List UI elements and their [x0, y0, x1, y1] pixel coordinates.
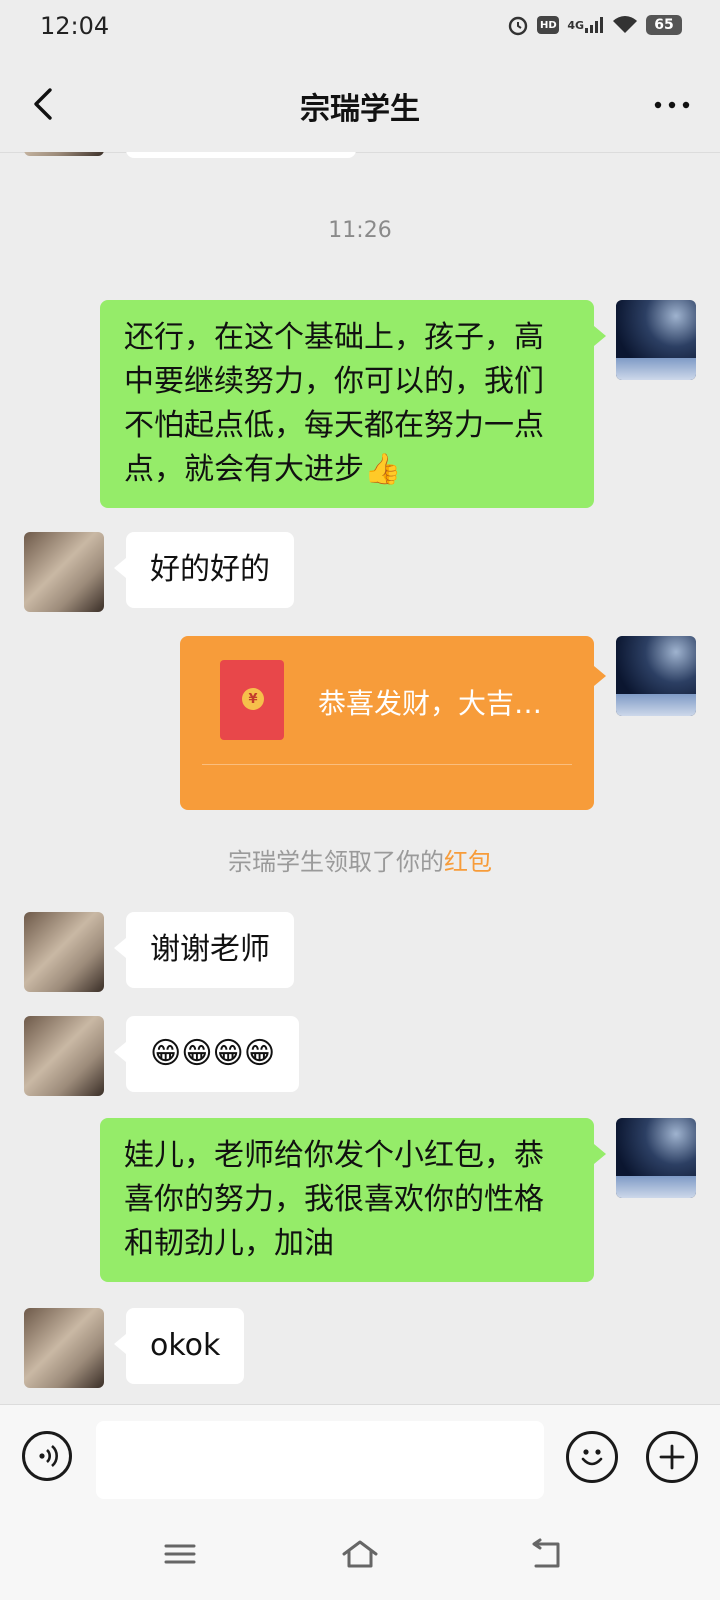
red-packet-title: 恭喜发财，大吉…: [318, 687, 543, 720]
message-text: 好的好的: [150, 552, 270, 587]
system-nav-bar: [0, 1508, 720, 1600]
status-time: 12:04: [40, 12, 110, 40]
back-nav-button[interactable]: [528, 1538, 564, 1570]
coin-icon: ¥: [242, 688, 264, 710]
partial-message-bubble[interactable]: [126, 152, 356, 158]
more-button[interactable]: [652, 90, 692, 120]
menu-icon: [164, 1544, 196, 1564]
message-text: 娃儿，老师给你发个小红包，恭喜你的努力，我很喜欢你的性格和韧劲儿，加油: [124, 1138, 544, 1261]
hd-badge: HD: [537, 16, 560, 34]
system-note-text: 宗瑞学生领取了你的: [228, 848, 444, 876]
message-timestamp: 11:26: [328, 218, 392, 243]
message-list[interactable]: 11:26 还行，在这个基础上，孩子，高中要继续努力，你可以的，我们不怕起点低，…: [0, 152, 720, 1404]
avatar[interactable]: [24, 1308, 104, 1388]
message-text: 还行，在这个基础上，孩子，高中要继续努力，你可以的，我们不怕起点低，每天都在努力…: [124, 320, 544, 487]
avatar[interactable]: [616, 1118, 696, 1198]
emoji-icon: [581, 1449, 603, 1466]
wifi-icon: [612, 15, 638, 35]
message-bubble[interactable]: okok: [113, 1308, 245, 1384]
voice-icon: [39, 1445, 58, 1467]
alarm-icon: [507, 14, 529, 36]
status-icons: HD 4G 65: [507, 14, 682, 36]
network-type: 4G: [567, 18, 584, 32]
emoji-button[interactable]: [566, 1431, 618, 1483]
message-bubble[interactable]: 好的好的: [114, 532, 294, 608]
message-bubble[interactable]: 还行，在这个基础上，孩子，高中要继续努力，你可以的，我们不怕起点低，每天都在努力…: [100, 300, 606, 508]
chat-header: 宗瑞学生: [0, 56, 720, 153]
home-icon: [342, 1540, 378, 1568]
message-text: 😁😁😁😁: [150, 1036, 276, 1071]
home-button[interactable]: [340, 1538, 380, 1570]
red-envelope-icon: ¥: [220, 660, 284, 740]
message-input[interactable]: [96, 1421, 544, 1499]
message-bubble[interactable]: 谢谢老师: [114, 912, 294, 988]
message-bubble[interactable]: 娃儿，老师给你发个小红包，恭喜你的努力，我很喜欢你的性格和韧劲儿，加油: [100, 1118, 606, 1282]
chat-title: 宗瑞学生: [300, 92, 420, 127]
divider: [202, 764, 572, 765]
message-text: 谢谢老师: [150, 932, 270, 967]
message-text: okok: [150, 1328, 221, 1363]
battery-indicator: 65: [646, 15, 682, 35]
avatar[interactable]: [24, 152, 104, 156]
avatar[interactable]: [24, 532, 104, 612]
menu-button[interactable]: [162, 1538, 198, 1570]
status-bar: 12:04 HD 4G 65: [0, 0, 720, 56]
cellular-signal-icon: 4G: [567, 16, 604, 34]
system-note: 宗瑞学生领取了你的红包: [0, 842, 720, 877]
message-bubble[interactable]: 😁😁😁😁: [113, 1016, 300, 1092]
voice-button[interactable]: [22, 1431, 72, 1481]
red-packet-card[interactable]: ¥ 恭喜发财，大吉…: [180, 636, 606, 810]
avatar[interactable]: [24, 1016, 104, 1096]
more-dots-icon: [654, 101, 690, 109]
plus-button[interactable]: [646, 1431, 698, 1483]
avatar[interactable]: [616, 636, 696, 716]
avatar[interactable]: [24, 912, 104, 992]
input-bar: [0, 1404, 720, 1509]
red-packet-link[interactable]: 红包: [444, 848, 492, 876]
avatar[interactable]: [616, 300, 696, 380]
back-nav-icon: [532, 1538, 560, 1568]
plus-icon: [659, 1444, 685, 1470]
